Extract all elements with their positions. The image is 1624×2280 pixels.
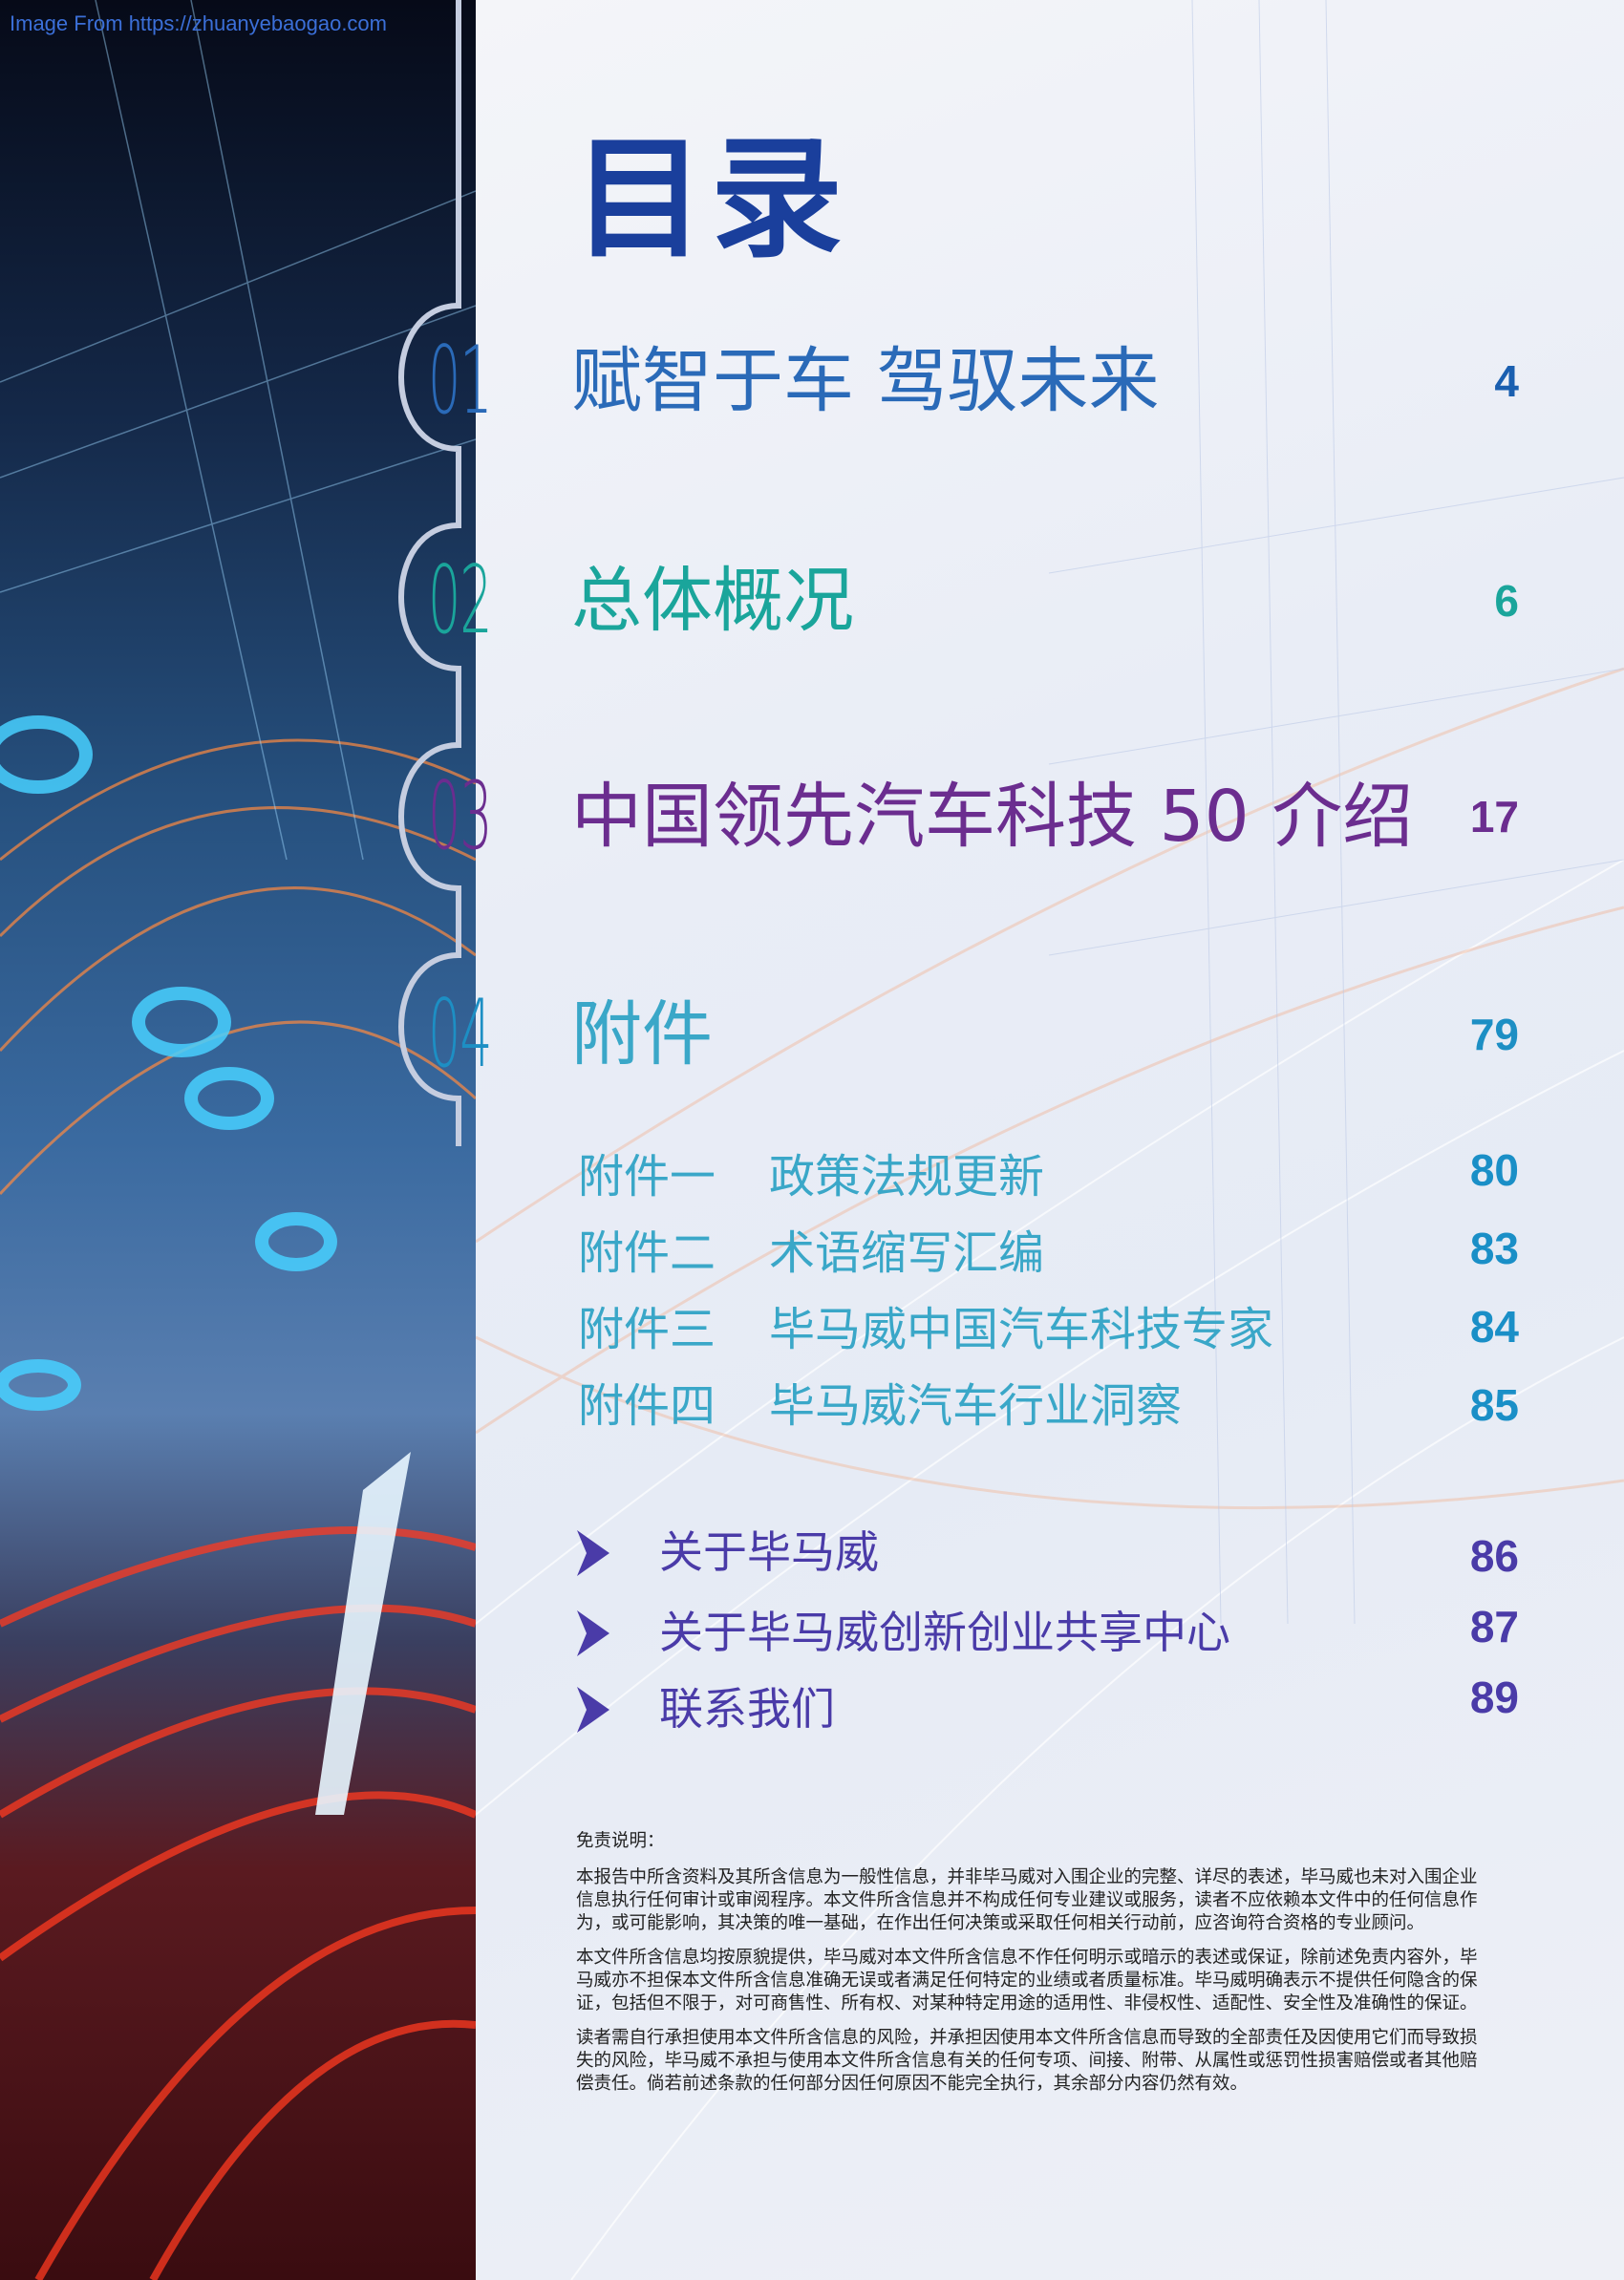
section-page-number: 79 [1469,1010,1519,1059]
section-title: 中国领先汽车科技 50 介绍 [571,776,1414,858]
appendix-name: 毕马威中国汽车科技专家 [769,1303,1274,1356]
appendix-page-number: 85 [1469,1380,1519,1430]
section-title: 总体概况 [571,560,854,642]
appendix-item-2[interactable]: 附件二 术语缩写汇编 [578,1230,1247,1276]
disclaimer-block: 免责说明： 本报告中所含资料及其所含信息为一般性信息，并非毕马威对入围企业的完整… [576,1830,1493,2107]
section-number: 01 [428,327,492,436]
appendix-item-1[interactable]: 附件一 政策法规更新 [578,1154,1247,1200]
section-page-number: 6 [1494,576,1519,626]
page-title: 目录 [573,122,849,276]
about-page-number: 87 [1469,1602,1519,1651]
appendix-name: 政策法规更新 [769,1150,1045,1204]
about-page-number: 89 [1469,1673,1519,1722]
section-title: 附件 [571,993,713,1076]
chevron-right-icon [577,1530,609,1576]
appendix-item-4[interactable]: 附件四 毕马威汽车行业洞察 [578,1383,1342,1429]
about-label: 关于毕马威 [659,1526,879,1578]
disclaimer-paragraph: 本文件所含信息均按原貌提供，毕马威对本文件所含信息不作任何明示或暗示的表述或保证… [576,1948,1478,2014]
chevron-right-icon [577,1687,609,1733]
appendix-item-3[interactable]: 附件三 毕马威中国汽车科技专家 [578,1307,1342,1353]
source-watermark: Image From https://zhuanyebaogao.com [10,11,387,35]
appendix-page-number: 80 [1469,1145,1519,1195]
disclaimer-heading: 免责说明： [576,1831,665,1851]
section-number: 04 [428,980,492,1089]
disclaimer-paragraph: 本报告中所含资料及其所含信息为一般性信息，并非毕马威对入围企业的完整、详尽的表述… [576,1867,1478,1933]
section-page-number: 17 [1469,792,1519,842]
about-label: 关于毕马威创新创业共享中心 [659,1607,1230,1658]
appendix-label: 附件四 [578,1379,716,1433]
appendix-label: 附件三 [578,1303,716,1356]
appendix-page-number: 83 [1469,1224,1519,1273]
section-number: 03 [428,762,492,871]
appendix-page-number: 84 [1469,1302,1519,1352]
appendix-label: 附件一 [578,1150,716,1204]
section-title: 赋智于车 驾驭未来 [571,340,1160,422]
disclaimer-paragraph: 读者需自行承担使用本文件所含信息的风险，并承担因使用本文件所含信息而导致的全部责… [576,2028,1478,2094]
appendix-name: 术语缩写汇编 [769,1226,1045,1280]
section-number: 02 [428,546,492,655]
section-page-number: 4 [1494,356,1519,406]
appendix-label: 附件二 [578,1226,716,1280]
about-label: 联系我们 [659,1683,835,1735]
about-page-number: 86 [1469,1531,1519,1581]
appendix-name: 毕马威汽车行业洞察 [769,1379,1183,1433]
chevron-right-icon [577,1610,609,1656]
